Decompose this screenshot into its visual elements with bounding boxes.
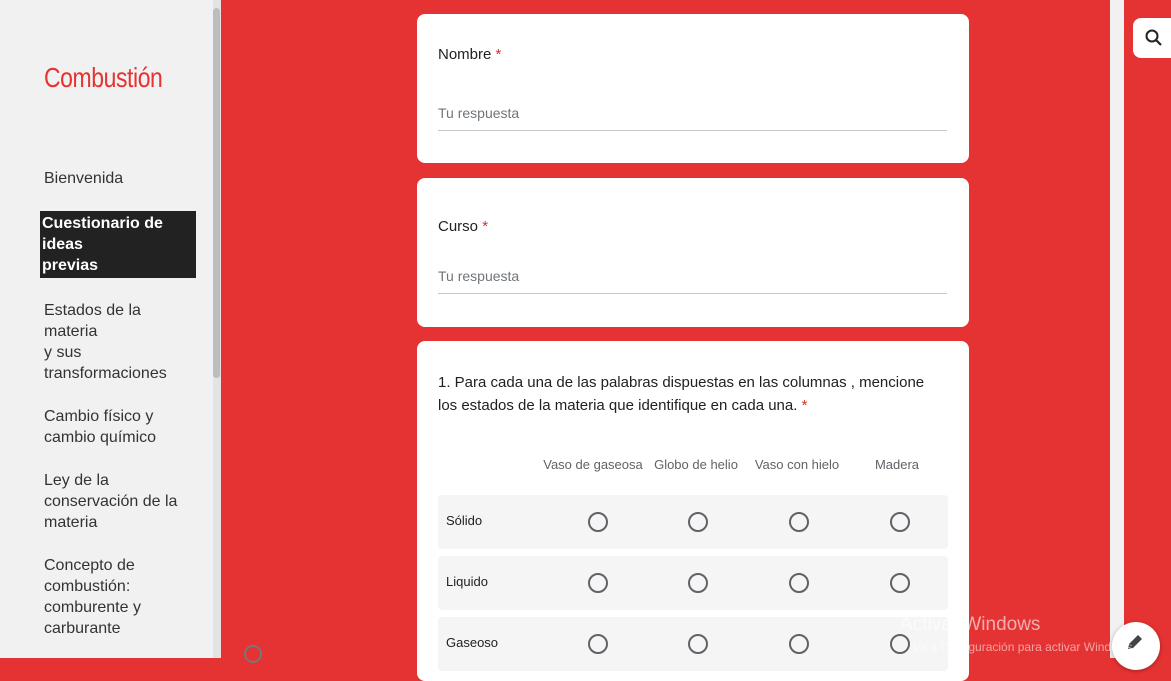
- radio-button[interactable]: [789, 512, 809, 532]
- column-header: Vaso con hielo: [754, 457, 840, 472]
- column-header: Madera: [874, 457, 920, 472]
- radio-button[interactable]: [588, 634, 608, 654]
- grid-row: Gaseoso: [438, 617, 948, 671]
- nav-item-label: Concepto de: [44, 557, 135, 574]
- watermark-title: Activar Windows: [900, 614, 1041, 635]
- nav-item-label: conservación de la: [44, 493, 178, 510]
- answer-input[interactable]: Tu respuesta: [438, 268, 947, 294]
- nav-item-label: Ley de la: [44, 472, 109, 489]
- nav-item-label: combustión:: [44, 578, 131, 595]
- required-mark: *: [495, 46, 502, 63]
- site-title[interactable]: Combustión: [44, 62, 163, 94]
- nav-item-label: Bienvenida: [44, 170, 124, 187]
- question-label: Curso *: [438, 218, 488, 235]
- nav-item-concepto[interactable]: Concepto de combustión: comburente y carbur…: [44, 555, 196, 639]
- grid-row: Sólido: [438, 495, 948, 549]
- right-scroll-track[interactable]: [1110, 0, 1124, 658]
- nav-item-label: previas: [42, 257, 99, 274]
- watermark-subtitle: Ve a Configuración para activar Windows.: [913, 640, 1136, 654]
- nav-item-ley[interactable]: Ley de la conservación de la materia: [44, 470, 196, 533]
- nav-item-label: Cuestionario de ideas: [42, 215, 163, 253]
- sidebar-scrollbar[interactable]: [213, 8, 220, 378]
- nav-item-label: cambio químico: [44, 429, 157, 446]
- radio-button[interactable]: [789, 634, 809, 654]
- radio-button[interactable]: [688, 573, 708, 593]
- sidebar: Combustión Bienvenida Cuestionario de id…: [0, 0, 213, 658]
- question-card-curso: Curso * Tu respuesta: [417, 178, 969, 327]
- nav-item-label: carburante: [44, 620, 121, 637]
- nav-item-cambio[interactable]: Cambio físico y cambio químico: [44, 406, 196, 448]
- radio-button[interactable]: [890, 573, 910, 593]
- nav-item-label: Cambio físico y: [44, 408, 154, 425]
- row-label: Gaseoso: [446, 635, 499, 650]
- question-label: 1. Para cada una de las palabras dispues…: [438, 371, 938, 417]
- nav-item-label: materia: [44, 514, 98, 531]
- radio-button[interactable]: [588, 573, 608, 593]
- column-header: Globo de helio: [654, 457, 738, 472]
- nav-item-bienvenida[interactable]: Bienvenida: [44, 168, 196, 189]
- nav-item-label: comburente y: [44, 599, 141, 616]
- radio-button[interactable]: [688, 634, 708, 654]
- nav-item-estados[interactable]: Estados de la materia y sus transformacion…: [44, 300, 196, 384]
- grid-row: Liquido: [438, 556, 948, 610]
- radio-button[interactable]: [890, 512, 910, 532]
- nav-item-label: y sus: [44, 344, 82, 361]
- row-label: Liquido: [446, 574, 488, 589]
- radio-button[interactable]: [688, 512, 708, 532]
- question-text: 1. Para cada una de las palabras dispues…: [438, 374, 925, 414]
- search-icon: [1145, 29, 1162, 46]
- sidebar-nav: Bienvenida Cuestionario de ideas previas …: [40, 168, 196, 661]
- column-header: Vaso de gaseosa: [543, 457, 643, 472]
- question-label: Nombre *: [438, 46, 501, 63]
- radio-button[interactable]: [588, 512, 608, 532]
- question-card-nombre: Nombre * Tu respuesta: [417, 14, 969, 163]
- nav-item-cuestionario[interactable]: Cuestionario de ideas previas: [40, 211, 196, 278]
- nav-item-label: Estados de la materia: [44, 302, 141, 340]
- nav-item-label: transformaciones: [44, 365, 167, 382]
- radio-button[interactable]: [789, 573, 809, 593]
- required-mark: *: [801, 397, 808, 414]
- question-text: Nombre: [438, 46, 492, 63]
- question-text: Curso: [438, 218, 479, 235]
- answer-input[interactable]: Tu respuesta: [438, 105, 947, 131]
- search-button[interactable]: [1133, 18, 1171, 58]
- question-card-grid: 1. Para cada una de las palabras dispues…: [417, 341, 969, 681]
- circle-icon[interactable]: [244, 645, 262, 663]
- required-mark: *: [482, 218, 489, 235]
- row-label: Sólido: [446, 513, 483, 528]
- radio-button[interactable]: [890, 634, 910, 654]
